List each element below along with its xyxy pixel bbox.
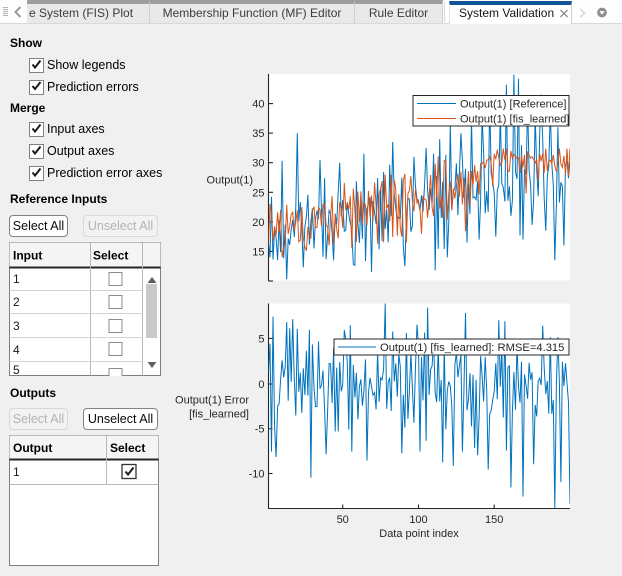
svg-text:Select: Select (93, 249, 128, 263)
svg-text:0: 0 (258, 379, 264, 391)
svg-text:4: 4 (13, 343, 20, 357)
svg-text:30: 30 (252, 158, 264, 170)
svg-text:Select: Select (110, 441, 145, 455)
svg-text:25: 25 (252, 187, 264, 199)
svg-text:Input: Input (13, 249, 42, 263)
svg-text:[fis_learned]: [fis_learned] (189, 409, 249, 421)
svg-text:Output(1) Error: Output(1) Error (175, 395, 249, 407)
svg-text:15: 15 (252, 246, 264, 258)
svg-text:Output(1): Output(1) (207, 175, 253, 187)
svg-text:5: 5 (258, 333, 264, 345)
svg-text:150: 150 (485, 514, 503, 526)
svg-text:Output(1) [fis_learned]: RMSE=: Output(1) [fis_learned]: RMSE=4.315 (380, 342, 564, 354)
svg-text:5: 5 (13, 363, 20, 376)
svg-text:35: 35 (252, 128, 264, 140)
svg-text:Output(1) [fis_learned]: Output(1) [fis_learned] (460, 114, 569, 126)
svg-text:3: 3 (13, 319, 20, 333)
svg-text:Output(1) [Reference]: Output(1) [Reference] (460, 99, 566, 111)
svg-text:Output: Output (13, 441, 52, 455)
svg-text:100: 100 (409, 514, 427, 526)
svg-text:-5: -5 (255, 424, 265, 436)
svg-text:Data point index: Data point index (379, 528, 459, 540)
svg-text:-10: -10 (249, 469, 265, 481)
svg-text:1: 1 (13, 465, 20, 479)
svg-text:20: 20 (252, 217, 264, 229)
svg-text:1: 1 (13, 272, 20, 286)
svg-text:50: 50 (337, 514, 349, 526)
svg-text:40: 40 (252, 99, 264, 111)
svg-text:2: 2 (13, 295, 20, 309)
